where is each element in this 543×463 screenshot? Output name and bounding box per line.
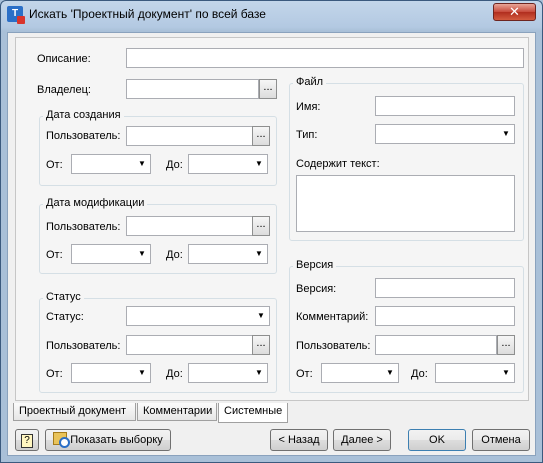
version-user-label: Пользователь: (296, 340, 371, 352)
show-selection-label: Показать выборку (70, 434, 163, 446)
modified-user-label: Пользователь: (46, 221, 121, 233)
search-form-panel: Описание: Владелец: ... Дата создания По… (15, 37, 529, 401)
status-user-input[interactable] (126, 335, 253, 355)
folder-search-icon (53, 432, 71, 448)
dialog-client-area: Описание: Владелец: ... Дата создания По… (7, 32, 536, 456)
window-title: Искать 'Проектный документ' по всей базе (29, 7, 266, 21)
chevron-down-icon: ▼ (255, 249, 263, 258)
file-name-input[interactable] (375, 96, 515, 116)
description-label: Описание: (37, 53, 91, 65)
version-to-combo[interactable]: ▼ (435, 363, 515, 383)
status-user-browse-button[interactable]: ... (252, 335, 270, 355)
tab-comments[interactable]: Комментарии (137, 403, 217, 421)
version-label: Версия: (296, 283, 337, 295)
chevron-down-icon: ▼ (257, 311, 265, 320)
chevron-down-icon: ▼ (138, 159, 146, 168)
created-user-label: Пользователь: (46, 130, 121, 142)
chevron-down-icon: ▼ (255, 368, 263, 377)
help-button[interactable]: ? (15, 429, 39, 451)
status-to-combo[interactable]: ▼ (188, 363, 268, 383)
description-input[interactable] (126, 48, 524, 68)
modified-to-combo[interactable]: ▼ (188, 244, 268, 264)
version-group-title: Версия (293, 259, 337, 271)
owner-browse-button[interactable]: ... (259, 79, 277, 99)
modified-from-combo[interactable]: ▼ (71, 244, 151, 264)
chevron-down-icon: ▼ (502, 368, 510, 377)
back-button[interactable]: < Назад (270, 429, 328, 451)
modified-group-title: Дата модификации (43, 197, 148, 209)
next-button[interactable]: Далее > (333, 429, 391, 451)
file-name-label: Имя: (296, 101, 321, 113)
version-user-browse-button[interactable]: ... (497, 335, 515, 355)
version-from-combo[interactable]: ▼ (321, 363, 399, 383)
file-type-label: Тип: (296, 129, 318, 141)
file-contains-text[interactable] (296, 175, 515, 232)
comment-label: Комментарий: (296, 311, 369, 323)
status-from-label: От: (46, 368, 63, 380)
status-to-label: До: (166, 368, 183, 380)
owner-label: Владелец: (37, 84, 91, 96)
created-group-title: Дата создания (43, 109, 124, 121)
modified-user-input[interactable] (126, 216, 253, 236)
created-user-input[interactable] (126, 126, 253, 146)
comment-input[interactable] (375, 306, 515, 326)
cancel-button[interactable]: Отмена (472, 429, 530, 451)
created-user-browse-button[interactable]: ... (252, 126, 270, 146)
chevron-down-icon: ▼ (255, 159, 263, 168)
tab-system[interactable]: Системные (218, 403, 288, 423)
version-user-input[interactable] (375, 335, 497, 355)
status-combo[interactable]: ▼ (126, 306, 270, 326)
version-to-label: До: (411, 368, 428, 380)
status-from-combo[interactable]: ▼ (71, 363, 151, 383)
created-from-combo[interactable]: ▼ (71, 154, 151, 174)
chevron-down-icon: ▼ (386, 368, 394, 377)
status-group-title: Статус (43, 291, 84, 303)
created-to-label: До: (166, 159, 183, 171)
file-type-combo[interactable]: ▼ (375, 124, 515, 144)
search-dialog: T Искать 'Проектный документ' по всей ба… (0, 0, 543, 463)
version-from-label: От: (296, 368, 313, 380)
ok-button[interactable]: OK (408, 429, 466, 451)
file-group-title: Файл (293, 76, 327, 88)
modified-to-label: До: (166, 249, 183, 261)
close-button[interactable]: ✕ (493, 3, 536, 21)
chevron-down-icon: ▼ (138, 368, 146, 377)
chevron-down-icon: ▼ (502, 129, 510, 138)
created-from-label: От: (46, 159, 63, 171)
owner-input[interactable] (126, 79, 259, 99)
title-bar[interactable]: T Искать 'Проектный документ' по всей ба… (1, 1, 542, 27)
version-input[interactable] (375, 278, 515, 298)
app-logo-icon: T (7, 6, 25, 24)
chevron-down-icon: ▼ (138, 249, 146, 258)
file-contains-label: Содержит текст: (296, 158, 380, 170)
created-to-combo[interactable]: ▼ (188, 154, 268, 174)
show-selection-button[interactable]: Показать выборку (45, 429, 171, 451)
tab-project-document[interactable]: Проектный документ (13, 403, 136, 421)
help-icon: ? (21, 434, 33, 448)
modified-from-label: От: (46, 249, 63, 261)
modified-user-browse-button[interactable]: ... (252, 216, 270, 236)
status-user-label: Пользователь: (46, 340, 121, 352)
status-label: Статус: (46, 311, 84, 323)
